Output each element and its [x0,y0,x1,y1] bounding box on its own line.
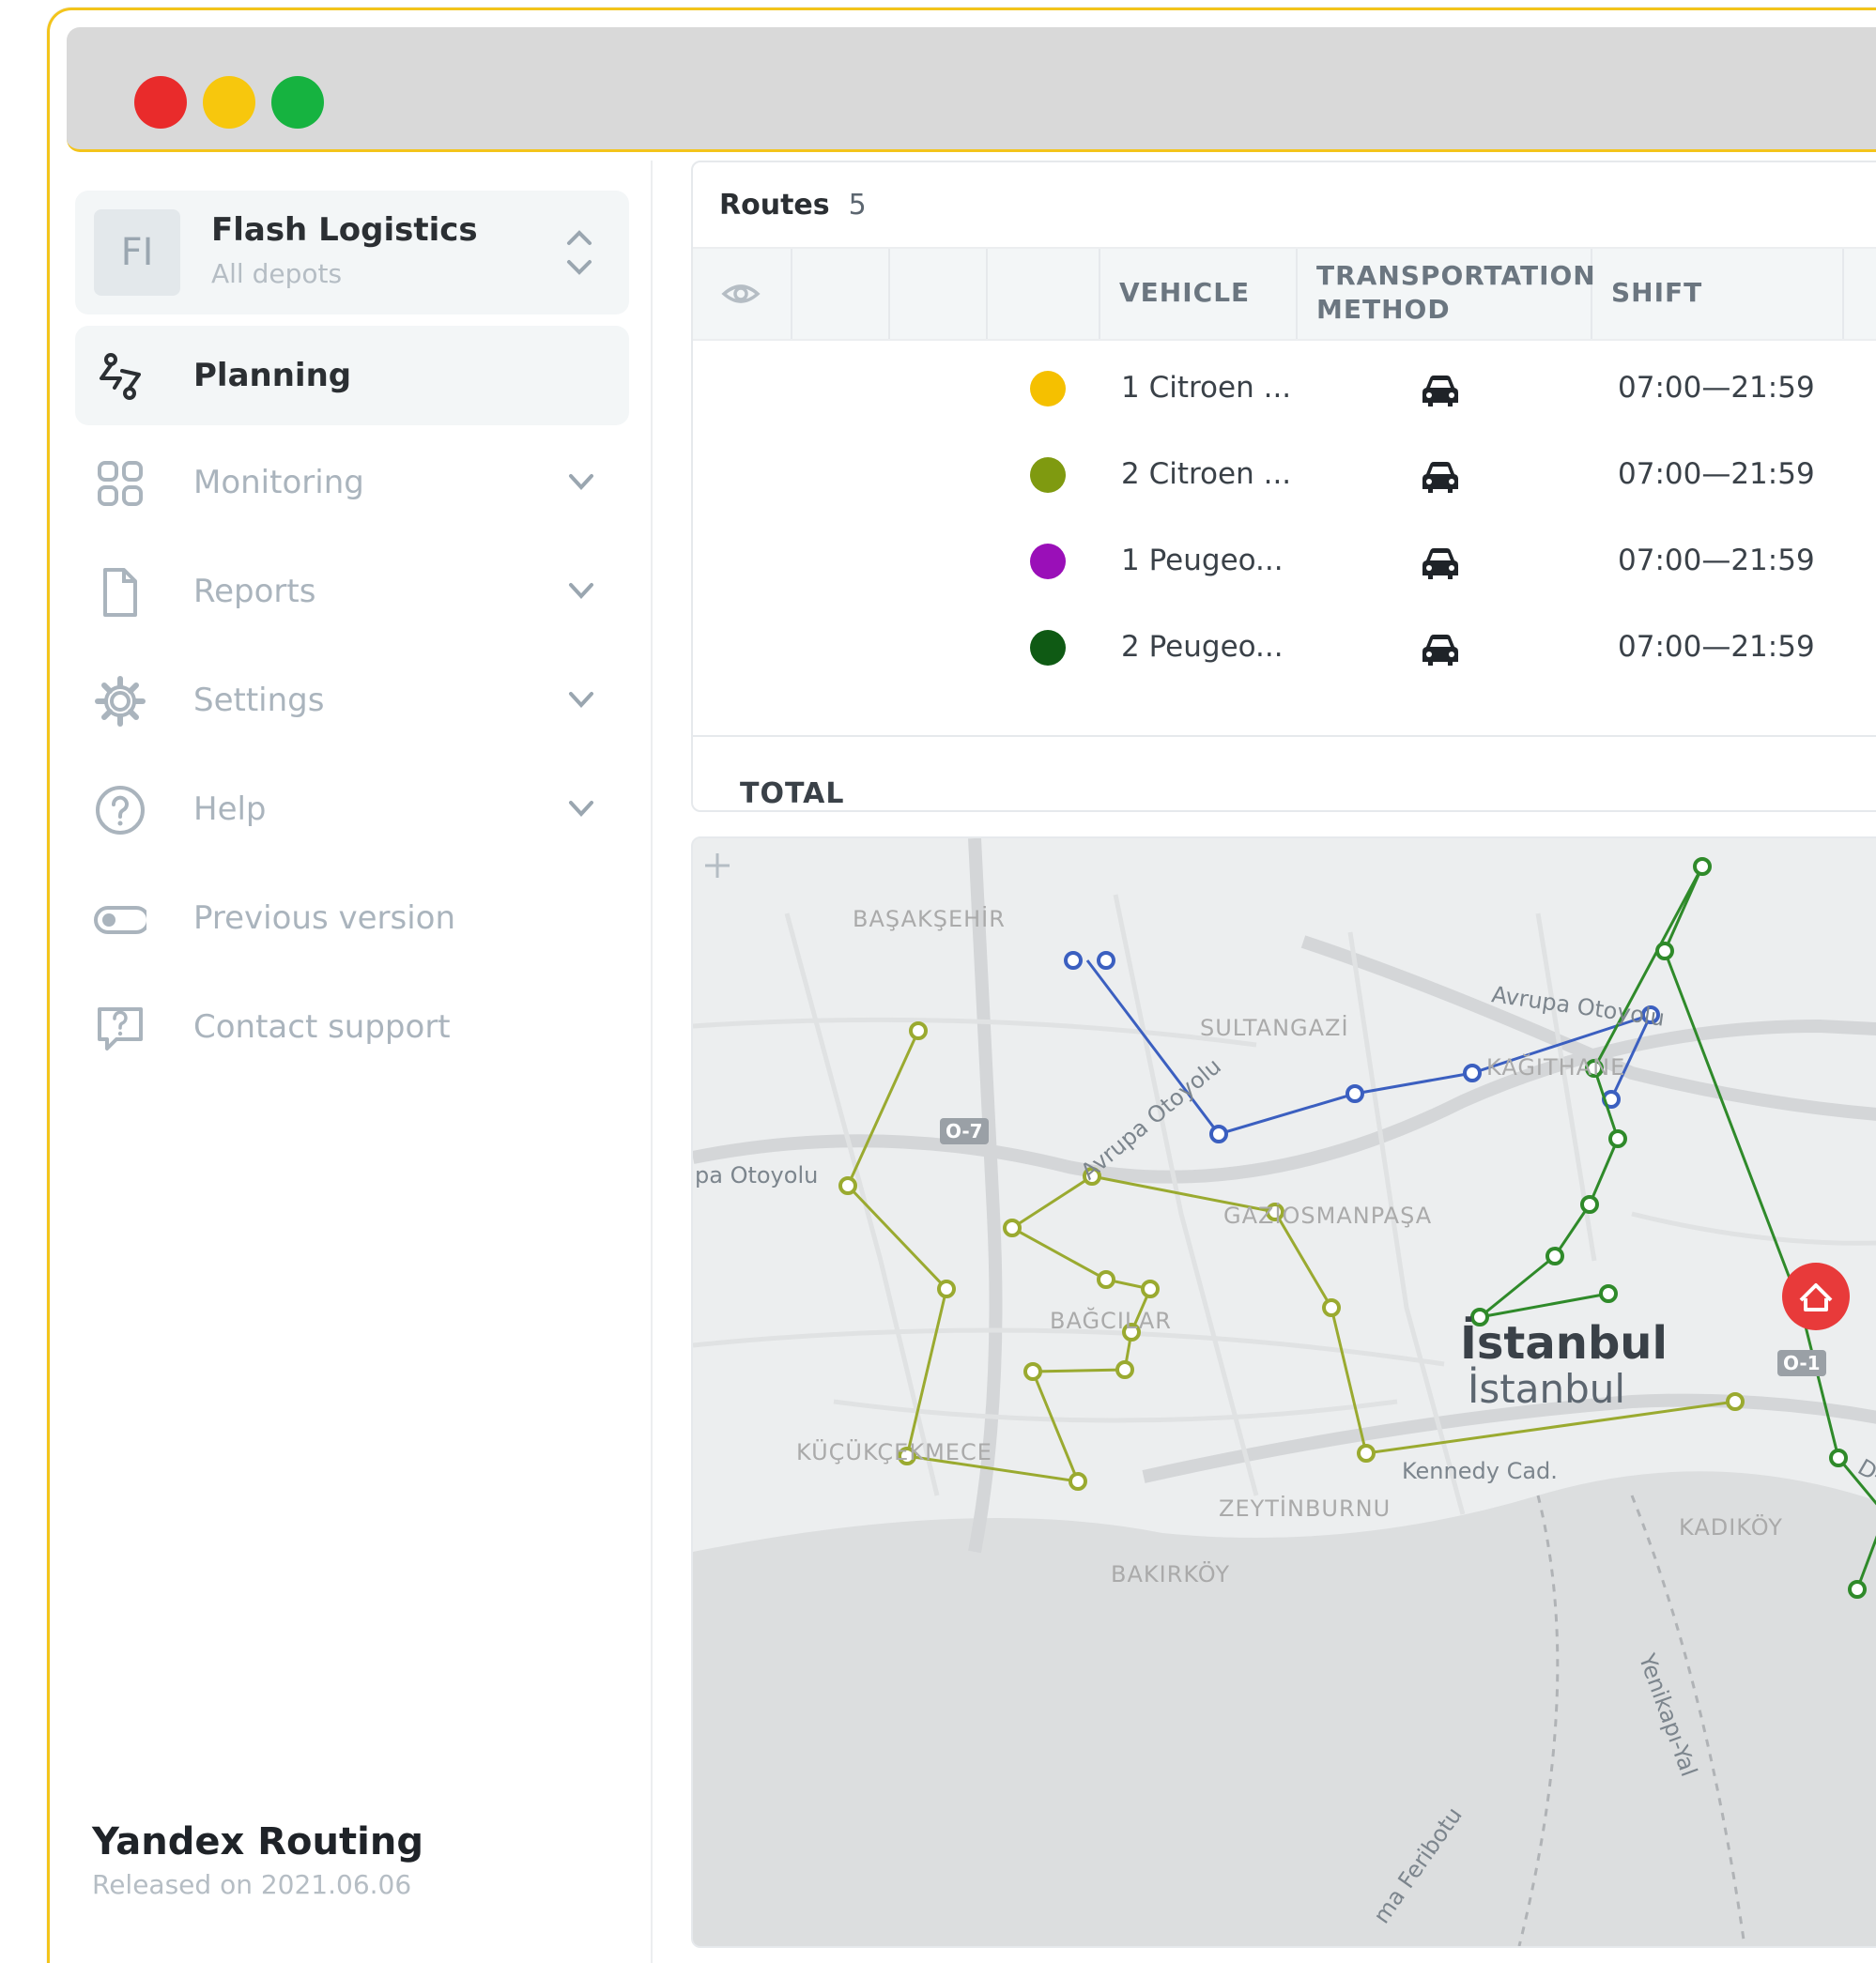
route-color-dot [1030,457,1066,493]
minimize-window-button[interactable] [203,76,255,129]
close-window-button[interactable] [134,76,187,129]
car-icon [1422,635,1458,666]
total-label: TOTAL [740,777,845,810]
road-badge: O-1 [1777,1350,1826,1376]
district-label: KÜÇÜKÇEKMECE [796,1439,992,1465]
nav-planning[interactable]: Planning [75,326,629,425]
color-column-header[interactable] [986,249,1100,339]
help-icon [96,786,145,835]
org-name: Flash Logistics [211,211,478,249]
title-bar [67,27,1876,152]
district-label: GAZİOSMANPAŞA [1223,1203,1433,1229]
brand-name: Yandex Routing [92,1820,423,1863]
chevron-down-icon [569,692,593,708]
route-icon [100,353,141,400]
vehicle-column-label: VEHICLE [1119,277,1251,308]
grid-icon [98,461,143,506]
column-header[interactable] [888,249,988,339]
chevron-down-icon [569,474,593,490]
vehicle-name: 2 Peugeo... [1121,630,1284,664]
district-label: KAĞITHANE [1486,1054,1626,1081]
total-divider [693,735,1876,737]
routes-title: Routes [719,189,830,222]
map-canvas[interactable] [693,838,1876,1946]
chevron-down-icon [569,583,593,599]
table-row[interactable]: 2 Peugeo... 07:00—21:59 [693,606,1876,692]
nav-settings-label: Settings [193,682,325,719]
car-icon [1422,462,1458,493]
toggle-icon [94,906,146,934]
column-header[interactable] [791,249,890,339]
app-window: FI Flash Logistics All depots Planning M… [47,8,1876,1963]
city-label: İstanbul [1460,1317,1668,1370]
table-row[interactable]: 1 Peugeo... 07:00—21:59 [693,519,1876,606]
transport-method-label-line2: METHOD [1316,294,1451,325]
document-icon [103,568,137,617]
shift-time: 07:00—21:59 [1618,371,1815,405]
table-row[interactable]: 2 Citroen ... 07:00—21:59 [693,433,1876,519]
org-depots: All depots [211,258,343,289]
nav-previous-version-label: Previous version [193,899,456,937]
eye-icon [721,284,761,303]
route-color-dot [1030,371,1066,406]
district-label: BAŞAKŞEHİR [853,906,1006,932]
org-avatar: FI [94,209,180,296]
car-icon [1422,548,1458,579]
support-icon [98,1007,143,1051]
district-label: BAĞCILAR [1050,1308,1172,1334]
district-label: BAKIRKÖY [1111,1561,1231,1587]
nav-settings[interactable]: Settings [75,651,629,750]
vehicle-column-header[interactable]: VEHICLE [1099,249,1298,339]
sidebar: FI Flash Logistics All depots Planning M… [50,161,653,1963]
shift-column-label: SHIFT [1611,277,1703,308]
shift-column-header[interactable]: SHIFT [1591,249,1844,339]
district-label: ZEYTİNBURNU [1219,1495,1392,1522]
route-color-dot [1030,544,1066,579]
routes-count: 5 [848,189,867,222]
vehicle-name: 2 Citroen ... [1121,457,1292,491]
nav-planning-label: Planning [193,357,352,394]
district-label: SULTANGAZİ [1200,1015,1349,1041]
shift-time: 07:00—21:59 [1618,544,1815,577]
vehicle-name: 1 Peugeo... [1121,544,1284,577]
routes-panel: Routes 5 VEHICLE TRANSPORTATION METHOD SH… [691,161,1876,812]
visibility-column-header[interactable] [693,249,792,339]
car-icon [1422,376,1458,406]
table-header: VEHICLE TRANSPORTATION METHOD SHIFT [693,247,1876,341]
release-date: Released on 2021.06.06 [92,1869,412,1900]
nav-contact-support-label: Contact support [193,1008,451,1046]
nav-previous-version[interactable]: Previous version [75,868,629,968]
depot-marker[interactable] [1782,1263,1850,1330]
route-color-dot [1030,630,1066,666]
nav-reports-label: Reports [193,573,316,610]
nav-help-label: Help [193,790,267,828]
city-label-local: İstanbul [1468,1366,1626,1412]
road-label: Kennedy Cad. [1402,1458,1558,1484]
route-map[interactable]: BAŞAKŞEHİR SULTANGAZİ GAZİOSMANPAŞA BAĞC… [691,836,1876,1948]
routes-header: Routes 5 [719,189,867,222]
nav-reports[interactable]: Reports [75,542,629,641]
pan-icon[interactable] [705,853,730,878]
transport-method-column-header[interactable]: TRANSPORTATION METHOD [1296,249,1595,339]
nav-contact-support[interactable]: Contact support [75,977,629,1077]
sea-area [693,1471,1876,1946]
table-row[interactable]: 1 Citroen ... 07:00—21:59 [693,346,1876,433]
district-label: KADIKÖY [1679,1514,1783,1541]
chevron-down-icon [569,801,593,817]
gear-icon [95,676,146,727]
vehicle-name: 1 Citroen ... [1121,371,1292,405]
expand-collapse-icon [567,230,592,275]
maximize-window-button[interactable] [271,76,324,129]
road-badge: O-7 [940,1118,989,1144]
shift-time: 07:00—21:59 [1618,457,1815,491]
road-label: pa Otoyolu [695,1162,819,1189]
nav-monitoring-label: Monitoring [193,464,364,501]
org-switcher[interactable]: FI Flash Logistics All depots [75,191,629,314]
nav-help[interactable]: Help [75,759,629,859]
shift-time: 07:00—21:59 [1618,630,1815,664]
nav-monitoring[interactable]: Monitoring [75,433,629,532]
transport-method-label-line1: TRANSPORTATION [1316,260,1596,291]
